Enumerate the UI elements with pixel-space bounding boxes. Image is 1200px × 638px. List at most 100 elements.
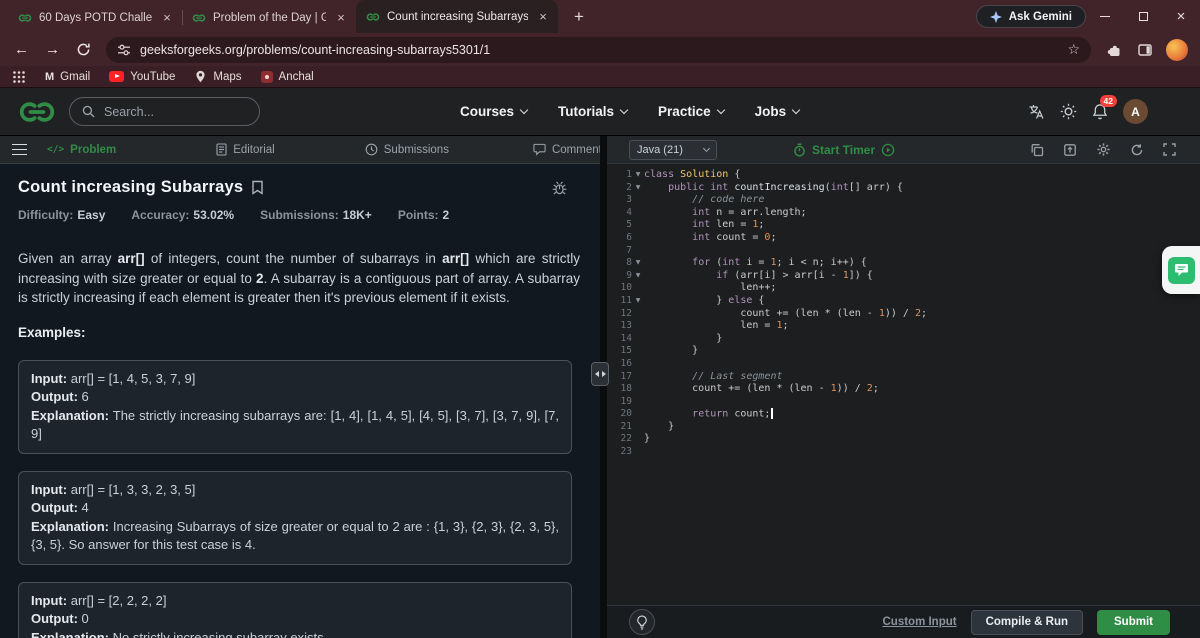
reload-button[interactable]: [70, 36, 97, 63]
code-line[interactable]: 6 int count = 0;: [607, 232, 1200, 245]
bookmark-maps[interactable]: Maps: [194, 69, 242, 84]
bookmark-icon[interactable]: [251, 180, 264, 195]
site-settings-icon[interactable]: [117, 43, 131, 57]
hint-button[interactable]: [629, 609, 655, 635]
nav-tutorials[interactable]: Tutorials: [558, 104, 629, 119]
nav-courses[interactable]: Courses: [460, 104, 529, 119]
forward-button[interactable]: →: [39, 36, 66, 63]
language-select[interactable]: Java (21): [629, 139, 717, 160]
browser-tab-1[interactable]: 60 Days POTD Challenge Power ×: [8, 3, 182, 33]
code-editor[interactable]: 1 ▼ class Solution {2 ▼ public int countInc…: [607, 164, 1200, 605]
maximize-button[interactable]: [1124, 0, 1162, 33]
play-icon: [881, 143, 895, 156]
ask-gemini-button[interactable]: Ask Gemini: [975, 5, 1086, 28]
meta-points: Points: 2: [397, 208, 450, 222]
reset-code-icon[interactable]: [1130, 143, 1144, 157]
code-line[interactable]: 17 // Last segment: [607, 371, 1200, 384]
tab-close-icon[interactable]: ×: [535, 9, 551, 25]
chevron-down-icon: [702, 144, 711, 153]
comment-icon: [533, 143, 546, 156]
fullscreen-icon[interactable]: [1163, 143, 1176, 156]
compile-run-button[interactable]: Compile & Run: [970, 609, 1084, 635]
extensions-icon[interactable]: [1100, 36, 1127, 63]
theme-toggle-sun-icon[interactable]: [1060, 103, 1077, 120]
problem-description: Given an array arr[] of integers, count …: [18, 251, 581, 305]
code-line[interactable]: 12 count += (len * (len - 1)) / 2;: [607, 308, 1200, 321]
start-timer-button[interactable]: Start Timer: [793, 143, 895, 157]
doubt-chat-widget[interactable]: [1162, 246, 1200, 294]
code-line[interactable]: 7: [607, 245, 1200, 258]
tab-title: Problem of the Day | Geeksfor: [213, 12, 326, 24]
code-line[interactable]: 1 ▼ class Solution {: [607, 169, 1200, 182]
tab-submissions[interactable]: Submissions: [365, 143, 449, 156]
back-button[interactable]: ←: [8, 36, 35, 63]
code-line[interactable]: 19: [607, 396, 1200, 409]
tab-close-icon[interactable]: ×: [159, 10, 175, 26]
browser-tab-2[interactable]: Problem of the Day | Geeksfor ×: [182, 3, 356, 33]
close-window-button[interactable]: ×: [1162, 0, 1200, 33]
code-line[interactable]: 10 len++;: [607, 282, 1200, 295]
code-line[interactable]: 8 ▼ for (int i = 1; i < n; i++) {: [607, 257, 1200, 270]
gfg-favicon: [18, 14, 32, 22]
translate-icon[interactable]: [1028, 103, 1045, 120]
chevron-down-icon: [619, 105, 629, 115]
gfg-favicon: [192, 14, 206, 22]
browser-tab-active[interactable]: Count increasing Subarrays | Pr ×: [356, 0, 558, 33]
upload-code-icon[interactable]: [1063, 143, 1077, 157]
bookmark-anchal[interactable]: Anchal: [260, 70, 314, 83]
code-line[interactable]: 21 }: [607, 421, 1200, 434]
bookmark-youtube[interactable]: YouTube: [109, 71, 175, 83]
tab-problem[interactable]: </> Problem: [47, 144, 116, 156]
code-line[interactable]: 9 ▼ if (arr[i] > arr[i - 1]) {: [607, 270, 1200, 283]
notifications-button[interactable]: 42: [1092, 95, 1117, 120]
nav-practice[interactable]: Practice: [658, 104, 725, 119]
gfg-logo[interactable]: [16, 99, 58, 125]
code-line[interactable]: 5 int len = 1;: [607, 219, 1200, 232]
minimize-button[interactable]: [1086, 0, 1124, 33]
code-line[interactable]: 22}: [607, 433, 1200, 446]
problem-panel: </> Problem Editorial Submissions Commen…: [0, 136, 600, 638]
code-line[interactable]: 16: [607, 358, 1200, 371]
code-icon: </>: [47, 144, 65, 155]
ask-gemini-label: Ask Gemini: [1008, 10, 1072, 23]
nav-jobs[interactable]: Jobs: [755, 104, 801, 119]
search-icon: [82, 105, 95, 118]
apps-grid-icon[interactable]: [12, 70, 26, 84]
copy-icon[interactable]: [1030, 143, 1044, 157]
lightbulb-icon: [637, 614, 647, 630]
code-line[interactable]: 18 count += (len * (len - 1)) / 2;: [607, 383, 1200, 396]
examples-heading: Examples:: [18, 324, 86, 340]
document-icon: [216, 143, 227, 156]
custom-input-link[interactable]: Custom Input: [882, 616, 956, 628]
url-bar[interactable]: geeksforgeeks.org/problems/count-increas…: [106, 36, 1091, 63]
user-avatar[interactable]: A: [1123, 99, 1148, 124]
bookmark-gmail[interactable]: M Gmail: [45, 71, 90, 83]
side-panel-icon[interactable]: [1131, 36, 1158, 63]
menu-icon[interactable]: [12, 143, 27, 156]
panel-divider[interactable]: [600, 136, 607, 638]
new-tab-button[interactable]: +: [566, 4, 592, 30]
tab-comments[interactable]: Comments: [533, 143, 600, 156]
meta-accuracy: Accuracy: 53.02%: [131, 208, 235, 222]
report-bug-icon[interactable]: [551, 180, 568, 196]
panel-resize-handle[interactable]: [591, 362, 609, 386]
submit-button[interactable]: Submit: [1097, 609, 1170, 635]
bookmark-star-icon[interactable]: ☆: [1067, 41, 1080, 58]
search-box[interactable]: Search...: [69, 97, 260, 126]
code-line[interactable]: 15 }: [607, 345, 1200, 358]
code-line[interactable]: 4 int n = arr.length;: [607, 207, 1200, 220]
code-line[interactable]: 11 ▼ } else {: [607, 295, 1200, 308]
code-line[interactable]: 3 // code here: [607, 194, 1200, 207]
code-line[interactable]: 2 ▼ public int countIncreasing(int[] arr)…: [607, 182, 1200, 195]
tab-close-icon[interactable]: ×: [333, 10, 349, 26]
code-line[interactable]: 14 }: [607, 333, 1200, 346]
problem-tabbar: </> Problem Editorial Submissions Commen…: [0, 136, 600, 164]
code-line[interactable]: 20 return count;: [607, 408, 1200, 421]
settings-gear-icon[interactable]: [1096, 142, 1111, 157]
bookmark-label: Maps: [213, 70, 242, 83]
profile-avatar[interactable]: [1166, 38, 1188, 61]
tab-editorial[interactable]: Editorial: [216, 143, 275, 156]
url-text[interactable]: geeksforgeeks.org/problems/count-increas…: [140, 43, 1058, 57]
code-line[interactable]: 23: [607, 446, 1200, 459]
code-line[interactable]: 13 len = 1;: [607, 320, 1200, 333]
